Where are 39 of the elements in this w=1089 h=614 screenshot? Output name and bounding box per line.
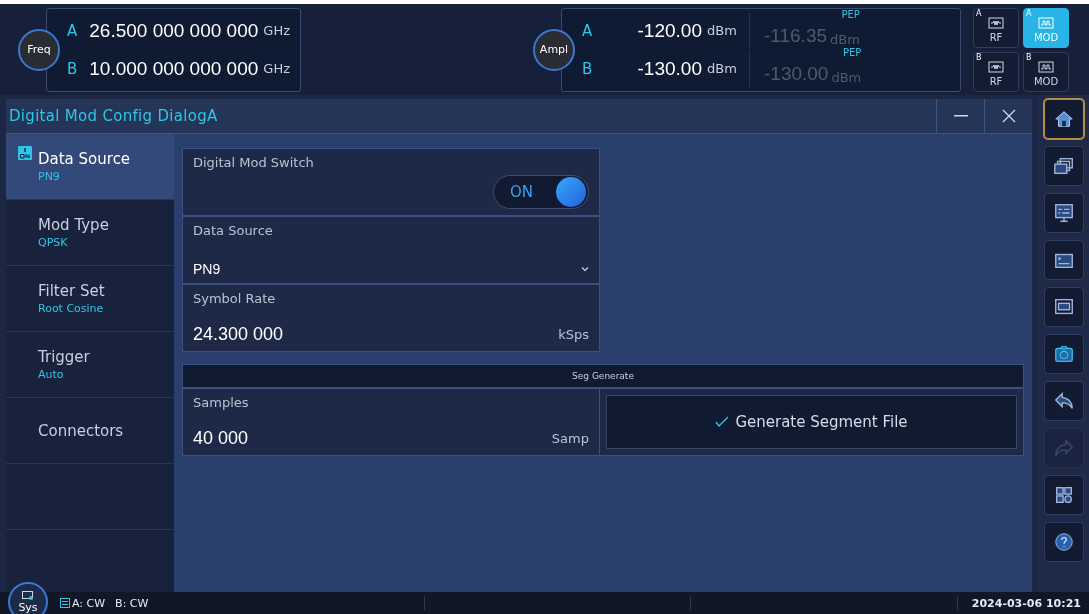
mode-button[interactable]: B MOD [1023, 51, 1069, 92]
menu-item[interactable]: Connectors [6, 398, 174, 464]
unit-label: dBm [707, 23, 738, 38]
channel-status: A: CW [72, 596, 106, 610]
unit-label: GHz [263, 23, 290, 38]
mode-button[interactable]: B RF [973, 51, 1019, 92]
channel-label: A [582, 21, 594, 40]
menu-item[interactable]: Trigger Auto [6, 332, 174, 398]
amplitude-value[interactable]: -130.00 [602, 57, 702, 80]
channel-label: B [67, 59, 79, 78]
input-field[interactable]: Symbol Rate 24.300 000 kSps [182, 284, 600, 352]
channel-status: B: CW [115, 596, 149, 610]
date-time: 2024-03-06 10:21 [970, 596, 1082, 610]
unit-label: GHz [263, 61, 290, 76]
mode-button[interactable]: A RF [973, 7, 1019, 48]
unit-label: dBm [707, 61, 738, 76]
freq-button[interactable]: Freq [18, 28, 60, 71]
pep-label: PEP [841, 8, 860, 20]
generate-button[interactable]: Generate Segment File [606, 395, 1017, 449]
unit-label: dBm [830, 31, 860, 47]
channel-label: A [67, 21, 79, 40]
section-header: Seg Generate [182, 364, 1024, 388]
menu-item[interactable]: Filter Set Root Cosine [6, 266, 174, 332]
dialog-title: Digital Mod Config DialogA [8, 107, 219, 125]
frequency-value[interactable]: 26.500 000 000 000 [87, 19, 259, 42]
unit-label: dBm [831, 69, 862, 85]
menu-item[interactable]: Data Source PN9 [6, 134, 174, 200]
pep-value: -116.35 [764, 24, 828, 47]
field-label: Digital Mod Switch [193, 155, 315, 170]
channel-label: B [582, 59, 594, 78]
toggle-switch[interactable]: ON [493, 175, 589, 209]
pep-label: PEP [842, 46, 862, 58]
pep-value: -130.00 [764, 62, 829, 85]
input-field[interactable]: Samples 40 000 Samp [182, 388, 600, 456]
dropdown-field[interactable]: Data Source PN9 [182, 216, 600, 284]
menu-item[interactable]: Mod Type QPSK [6, 200, 174, 266]
frequency-value[interactable]: 10.000 000 000 000 [87, 57, 259, 80]
amplitude-value[interactable]: -120.00 [602, 19, 702, 42]
ampl-button[interactable]: Ampl [533, 28, 575, 71]
